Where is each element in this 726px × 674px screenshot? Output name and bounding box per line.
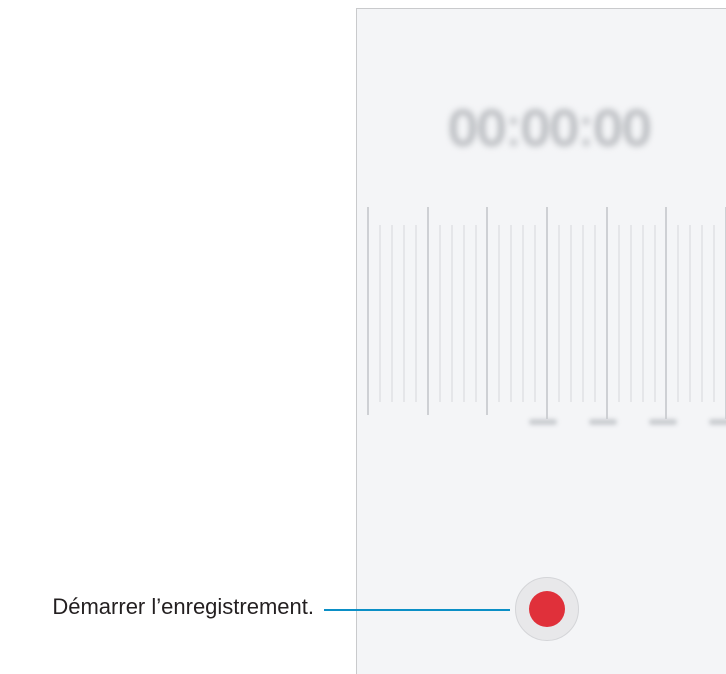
- waveform-area: [357, 207, 726, 447]
- waveform-scale: [367, 207, 726, 419]
- page: 00:00:00 Démarrer l’enregistrement.: [0, 0, 726, 674]
- scale-label: [709, 419, 726, 425]
- callout-leader-line: [324, 609, 510, 611]
- record-button[interactable]: [515, 577, 579, 641]
- phone-screen: 00:00:00: [356, 8, 726, 674]
- time-scale-labels: [357, 419, 726, 439]
- scale-label: [589, 419, 617, 425]
- scale-label: [649, 419, 677, 425]
- scale-label: [529, 419, 557, 425]
- recording-timer: 00:00:00: [449, 100, 652, 156]
- callout-label: Démarrer l’enregistrement.: [52, 594, 314, 619]
- record-icon: [529, 591, 565, 627]
